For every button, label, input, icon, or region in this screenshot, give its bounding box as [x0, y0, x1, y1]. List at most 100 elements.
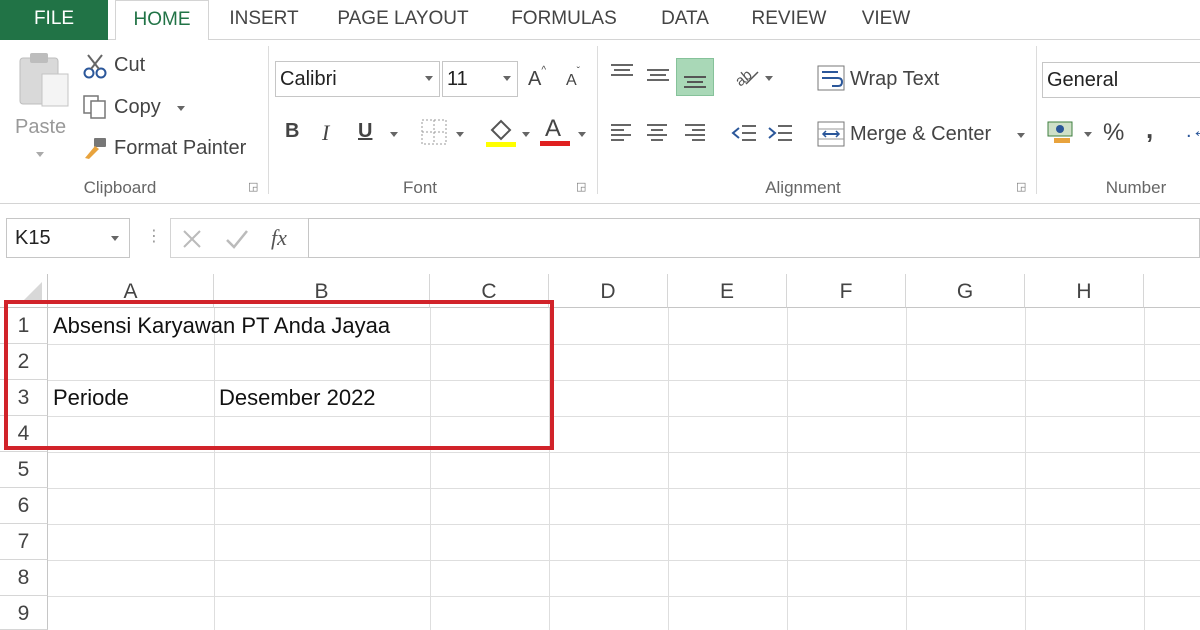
row-header-9[interactable]: 9 [0, 596, 48, 630]
comma-style-button[interactable]: , [1146, 114, 1153, 145]
tab-home[interactable]: HOME [115, 0, 209, 41]
paintbrush-icon [85, 138, 106, 159]
percent-style-button[interactable]: % [1103, 119, 1124, 147]
gridline [48, 488, 1200, 489]
copy-label[interactable]: Copy [114, 96, 161, 119]
column-header-e[interactable]: E [668, 274, 787, 308]
grow-font-button[interactable]: A^ [528, 65, 546, 91]
align-middle-icon [647, 69, 669, 81]
font-size-combo[interactable]: 11 [442, 61, 518, 97]
align-bottom-icon [684, 76, 706, 88]
bold-button[interactable]: B [285, 120, 299, 143]
tab-view[interactable]: VIEW [850, 0, 922, 40]
row-header-6[interactable]: 6 [0, 488, 48, 524]
bottom-align-button[interactable] [676, 58, 714, 96]
formula-input[interactable] [308, 218, 1200, 258]
underline-dropdown-arrow[interactable] [390, 132, 398, 137]
align-top-icon [611, 64, 633, 76]
underline-button[interactable]: U [358, 120, 372, 143]
paste-dropdown-arrow[interactable] [36, 152, 44, 157]
middle-align-button[interactable] [644, 64, 672, 91]
italic-button[interactable]: I [322, 120, 329, 146]
gridline [48, 596, 1200, 597]
shrink-font-button[interactable]: Aˇ [566, 66, 580, 90]
row-header-5[interactable]: 5 [0, 452, 48, 488]
font-name-combo[interactable]: Calibri [275, 61, 440, 97]
paste-button[interactable] [14, 50, 72, 119]
copy-button[interactable] [82, 94, 108, 125]
fill-color-dropdown-arrow[interactable] [522, 132, 530, 137]
decrease-indent-icon [731, 125, 756, 141]
formula-bar: K15 ⋮ fx [0, 204, 1200, 266]
gridline [1025, 308, 1026, 630]
align-center-button[interactable] [644, 122, 670, 149]
highlight-box [4, 300, 554, 450]
increase-indent-button[interactable] [766, 122, 794, 149]
column-header-d[interactable]: D [549, 274, 668, 308]
clipboard-dialog-launcher-icon[interactable]: ◲ [248, 181, 260, 193]
tab-review[interactable]: REVIEW [738, 0, 840, 40]
align-left-button[interactable] [608, 122, 634, 149]
orientation-dropdown-arrow[interactable] [765, 76, 773, 81]
merge-center-dropdown-arrow[interactable] [1017, 133, 1025, 138]
column-header-g[interactable]: G [906, 274, 1025, 308]
align-right-button[interactable] [682, 122, 708, 149]
ribbon-home: Paste Cut Copy Format Painter Clipboard … [0, 40, 1200, 204]
tab-file[interactable]: FILE [0, 0, 108, 40]
number-format-value: General [1047, 69, 1119, 91]
fill-color-button[interactable] [486, 116, 518, 153]
decrease-indent-button[interactable] [730, 122, 758, 149]
paint-bucket-icon [486, 119, 516, 147]
paste-label: Paste [15, 116, 67, 138]
font-dialog-launcher-icon[interactable]: ◲ [576, 181, 588, 193]
chevron-down-icon [503, 76, 511, 81]
tab-insert[interactable]: INSERT [218, 0, 310, 40]
orientation-button[interactable]: ab [732, 64, 760, 95]
wrap-text-icon [817, 65, 845, 91]
align-left-icon [611, 124, 631, 141]
tab-page-layout[interactable]: PAGE LAYOUT [322, 0, 484, 40]
gridline [48, 524, 1200, 525]
name-box[interactable]: K15 [6, 218, 130, 258]
gridline [906, 308, 907, 630]
chevron-down-icon [111, 236, 119, 241]
cut-label[interactable]: Cut [114, 54, 145, 77]
font-color-dropdown-arrow[interactable] [578, 132, 586, 137]
cancel-icon[interactable] [181, 228, 203, 250]
alignment-dialog-launcher-icon[interactable]: ◲ [1016, 181, 1028, 193]
borders-button[interactable] [420, 118, 448, 151]
enter-check-icon[interactable] [225, 228, 249, 250]
alignment-group-label: Alignment [765, 178, 841, 197]
merge-center-label[interactable]: Merge & Center [850, 123, 991, 146]
gridline [1144, 308, 1145, 630]
format-painter-label[interactable]: Format Painter [114, 137, 246, 160]
accounting-format-button[interactable] [1046, 118, 1078, 151]
number-format-combo[interactable]: General [1042, 62, 1200, 98]
clipboard-group-label: Clipboard [83, 178, 157, 197]
wrap-text-button[interactable] [816, 64, 846, 97]
top-align-button[interactable] [608, 62, 636, 89]
row-header-8[interactable]: 8 [0, 560, 48, 596]
increase-decimal-icon[interactable]: .← [1186, 120, 1200, 143]
font-color-button[interactable]: A [540, 114, 572, 153]
svg-text:A: A [545, 115, 561, 142]
shrink-font-icon: A [566, 72, 577, 89]
column-header-f[interactable]: F [787, 274, 906, 308]
worksheet-grid[interactable]: A B C D E F G H 1 2 3 4 5 6 7 8 9 Absens… [0, 274, 1200, 630]
tab-formulas[interactable]: FORMULAS [496, 0, 632, 40]
column-header-partial[interactable] [1144, 274, 1200, 308]
font-group-label: Font [402, 178, 438, 197]
wrap-text-label[interactable]: Wrap Text [850, 68, 939, 91]
format-painter-button[interactable] [82, 136, 108, 165]
tab-data[interactable]: DATA [644, 0, 726, 40]
copy-dropdown-arrow[interactable] [177, 106, 185, 111]
borders-dropdown-arrow[interactable] [456, 132, 464, 137]
text-orientation-icon: ab [732, 66, 759, 90]
merge-center-button[interactable] [816, 120, 846, 153]
row-header-7[interactable]: 7 [0, 524, 48, 560]
column-header-h[interactable]: H [1025, 274, 1144, 308]
font-color-icon: A [540, 115, 570, 146]
accounting-dropdown-arrow[interactable] [1084, 132, 1092, 137]
insert-function-button[interactable]: fx [271, 225, 287, 251]
cut-button[interactable] [82, 53, 108, 84]
